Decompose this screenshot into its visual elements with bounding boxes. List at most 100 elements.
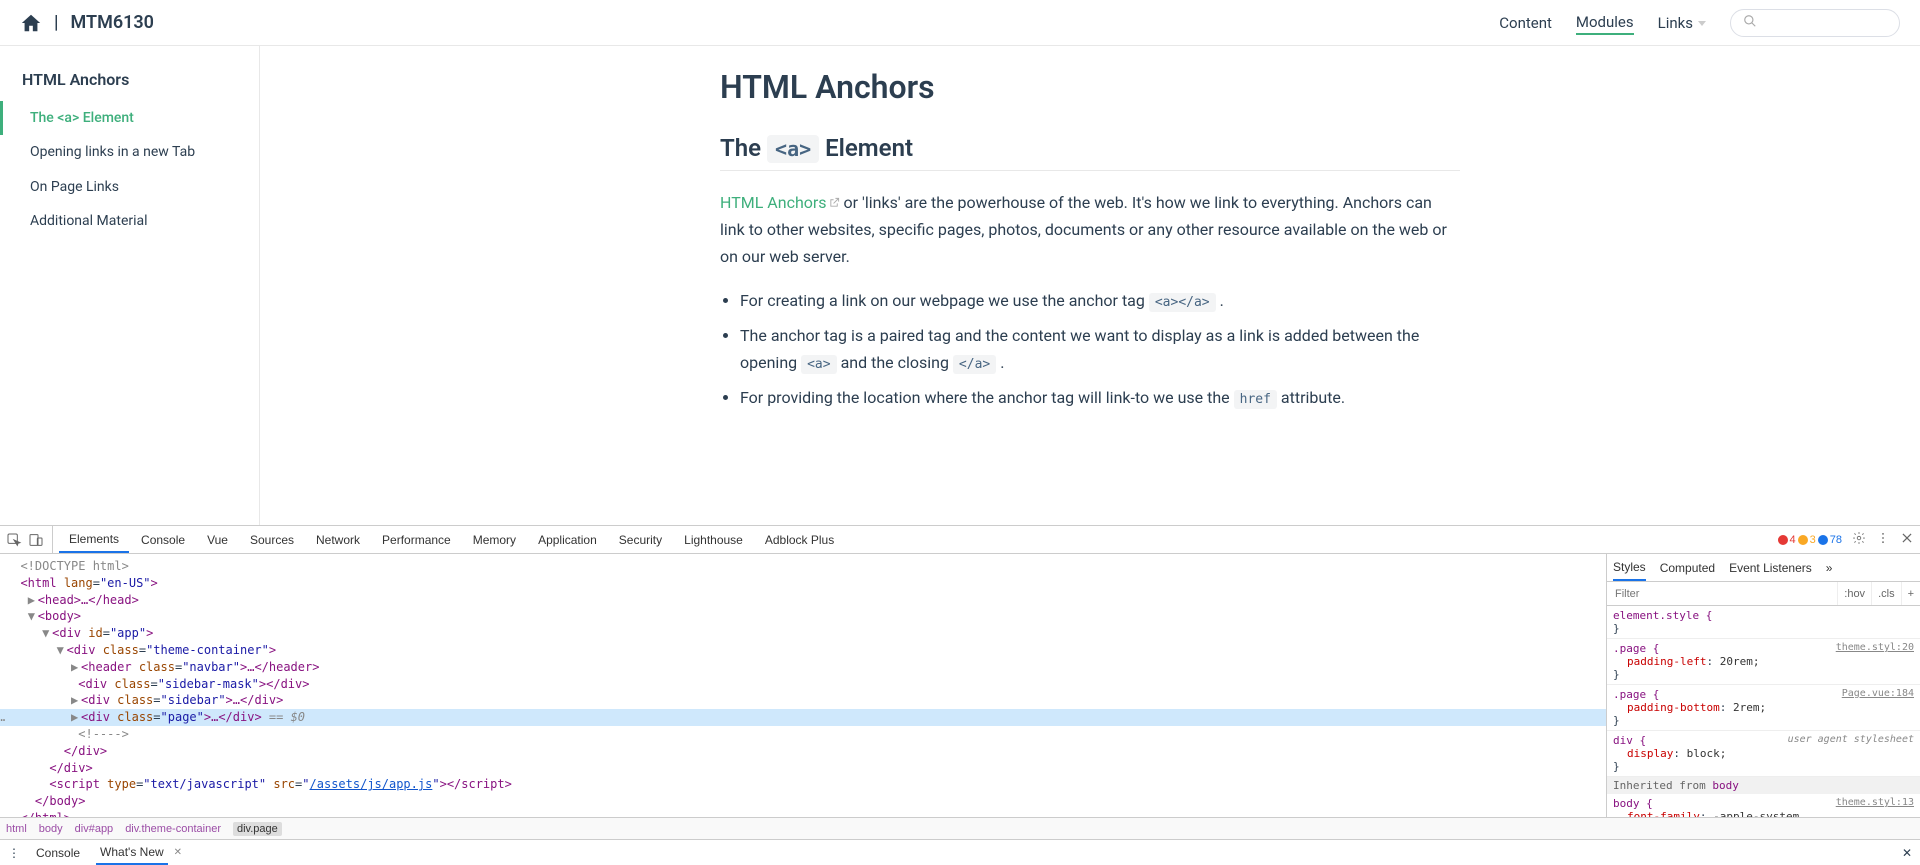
sidebar-item-on-page[interactable]: On Page Links bbox=[0, 170, 259, 204]
page-area: HTML Anchors The <a> Element Opening lin… bbox=[0, 46, 1920, 525]
styles-tabs: Styles Computed Event Listeners » bbox=[1607, 554, 1920, 582]
crumb-html[interactable]: html bbox=[6, 823, 27, 835]
bullet-list: For creating a link on our webpage we us… bbox=[720, 287, 1460, 412]
dom-line[interactable]: <script type="text/javascript" src="/ass… bbox=[0, 776, 1606, 793]
elements-tree[interactable]: <!DOCTYPE html> <html lang="en-US"> ▶<he… bbox=[0, 554, 1606, 817]
dom-line[interactable]: </div> bbox=[0, 743, 1606, 760]
crumb-page[interactable]: div.page bbox=[233, 822, 282, 836]
drawer-tab-close-icon[interactable]: ✕ bbox=[174, 847, 182, 858]
dom-line-selected[interactable]: ▶<div class="page">…</div> == $0 bbox=[0, 709, 1606, 726]
cls-toggle[interactable]: .cls bbox=[1871, 582, 1901, 605]
content: HTML Anchors The <a> Element HTML Anchor… bbox=[260, 46, 1920, 525]
close-icon[interactable] bbox=[1900, 531, 1914, 548]
tab-application[interactable]: Application bbox=[528, 526, 607, 553]
device-icon[interactable] bbox=[28, 532, 44, 548]
sidebar-item-new-tab[interactable]: Opening links in a new Tab bbox=[0, 135, 259, 169]
sidebar-item-additional[interactable]: Additional Material bbox=[0, 204, 259, 238]
tab-elements[interactable]: Elements bbox=[59, 526, 129, 553]
h2-code: <a> bbox=[767, 135, 819, 163]
styles-rules[interactable]: element.style {} theme.styl:20 .page { p… bbox=[1607, 606, 1920, 817]
list-item: For creating a link on our webpage we us… bbox=[740, 287, 1460, 314]
dom-line[interactable]: ▼<body> bbox=[0, 608, 1606, 625]
rule-body[interactable]: theme.styl:13 body { font-family: -apple… bbox=[1607, 794, 1920, 817]
external-link-icon bbox=[829, 189, 840, 200]
devtools-body: <!DOCTYPE html> <html lang="en-US"> ▶<he… bbox=[0, 554, 1920, 817]
dom-line[interactable]: <div class="sidebar-mask"></div> bbox=[0, 676, 1606, 693]
sidebar-item-a-element[interactable]: The <a> Element bbox=[0, 101, 259, 135]
styles-filter-input[interactable] bbox=[1607, 588, 1837, 600]
tab-memory[interactable]: Memory bbox=[463, 526, 526, 553]
search-box[interactable] bbox=[1730, 9, 1900, 37]
dom-line[interactable]: ▶<head>…</head> bbox=[0, 592, 1606, 609]
styles-tab-listeners[interactable]: Event Listeners bbox=[1729, 554, 1812, 581]
plus-icon[interactable]: + bbox=[1901, 582, 1920, 605]
h2-post: Element bbox=[819, 134, 913, 162]
drawer-tab-whatsnew[interactable]: What's New bbox=[96, 840, 168, 865]
tab-vue[interactable]: Vue bbox=[197, 526, 238, 553]
drawer-kebab-icon[interactable]: ⋮ bbox=[8, 846, 20, 860]
tab-console[interactable]: Console bbox=[131, 526, 195, 553]
rule-page-1[interactable]: theme.styl:20 .page { padding-left: 20re… bbox=[1607, 639, 1920, 685]
dom-line[interactable]: </html> bbox=[0, 810, 1606, 817]
devtools-right-icons bbox=[1852, 531, 1914, 548]
dom-line[interactable]: ▼<div class="theme-container"> bbox=[0, 642, 1606, 659]
list-item: For providing the location where the anc… bbox=[740, 384, 1460, 411]
styles-tab-more-icon[interactable]: » bbox=[1826, 554, 1833, 581]
page-title: HTML Anchors bbox=[720, 68, 1460, 106]
elements-breadcrumb: html body div#app div.theme-container di… bbox=[0, 817, 1920, 839]
devtools: Elements Console Vue Sources Network Per… bbox=[0, 525, 1920, 865]
message-badge[interactable]: 78 bbox=[1818, 534, 1842, 546]
hov-toggle[interactable]: :hov bbox=[1837, 582, 1871, 605]
tab-lighthouse[interactable]: Lighthouse bbox=[674, 526, 753, 553]
styles-filter-row: :hov .cls + bbox=[1607, 582, 1920, 606]
drawer-tab-console[interactable]: Console bbox=[32, 840, 84, 865]
devtools-status[interactable]: 4 3 78 bbox=[1778, 534, 1851, 546]
warning-badge[interactable]: 3 bbox=[1798, 534, 1816, 546]
crumb-theme[interactable]: div.theme-container bbox=[125, 823, 221, 835]
devtools-tabs: Elements Console Vue Sources Network Per… bbox=[0, 526, 1920, 554]
rule-page-2[interactable]: Page.vue:184 .page { padding-bottom: 2re… bbox=[1607, 685, 1920, 731]
h2-pre: The bbox=[720, 134, 767, 162]
tab-security[interactable]: Security bbox=[609, 526, 672, 553]
chevron-down-icon bbox=[1698, 21, 1706, 26]
styles-tab-computed[interactable]: Computed bbox=[1660, 554, 1715, 581]
nav-link-modules[interactable]: Modules bbox=[1576, 13, 1634, 35]
rule-div-ua[interactable]: user agent stylesheet div { display: blo… bbox=[1607, 731, 1920, 777]
navbar: | MTM6130 Content Modules Links bbox=[0, 0, 1920, 46]
dom-line[interactable]: <!DOCTYPE html> bbox=[0, 558, 1606, 575]
dom-line[interactable]: ▶<header class="navbar">…</header> bbox=[0, 659, 1606, 676]
intro-paragraph: HTML Anchors or 'links' are the powerhou… bbox=[720, 189, 1460, 271]
devtools-drawer: ⋮ Console What's New ✕ ✕ bbox=[0, 839, 1920, 865]
dom-line[interactable]: <html lang="en-US"> bbox=[0, 575, 1606, 592]
tab-network[interactable]: Network bbox=[306, 526, 370, 553]
error-badge[interactable]: 4 bbox=[1778, 534, 1796, 546]
site-title[interactable]: MTM6130 bbox=[71, 12, 154, 33]
content-inner: HTML Anchors The <a> Element HTML Anchor… bbox=[720, 46, 1460, 411]
dom-line[interactable]: <!----> bbox=[0, 726, 1606, 743]
tab-sources[interactable]: Sources bbox=[240, 526, 304, 553]
drawer-close-icon[interactable]: ✕ bbox=[1902, 846, 1912, 860]
crumb-app[interactable]: div#app bbox=[75, 823, 114, 835]
tab-adblock[interactable]: Adblock Plus bbox=[755, 526, 844, 553]
devtools-left-icons bbox=[6, 526, 53, 553]
section-heading: The <a> Element bbox=[720, 134, 1460, 171]
dom-line[interactable]: </div> bbox=[0, 760, 1606, 777]
home-icon[interactable] bbox=[20, 12, 42, 34]
gear-icon[interactable] bbox=[1852, 531, 1866, 548]
crumb-body[interactable]: body bbox=[39, 823, 63, 835]
styles-tab-styles[interactable]: Styles bbox=[1613, 554, 1646, 581]
nav-link-links[interactable]: Links bbox=[1658, 14, 1706, 32]
dom-line[interactable]: </body> bbox=[0, 793, 1606, 810]
dom-line[interactable]: ▶<div class="sidebar">…</div> bbox=[0, 692, 1606, 709]
html-anchors-link[interactable]: HTML Anchors bbox=[720, 193, 840, 212]
search-input[interactable] bbox=[1763, 15, 1883, 31]
kebab-icon[interactable] bbox=[1876, 531, 1890, 548]
inspect-icon[interactable] bbox=[6, 532, 22, 548]
tab-performance[interactable]: Performance bbox=[372, 526, 461, 553]
nav-links: Content Modules Links bbox=[1499, 13, 1706, 33]
nav-link-content[interactable]: Content bbox=[1499, 14, 1552, 32]
dom-line[interactable]: ▼<div id="app"> bbox=[0, 625, 1606, 642]
code-inline: href bbox=[1234, 390, 1277, 409]
code-inline: </a> bbox=[953, 355, 996, 374]
rule-element-style[interactable]: element.style {} bbox=[1607, 606, 1920, 639]
